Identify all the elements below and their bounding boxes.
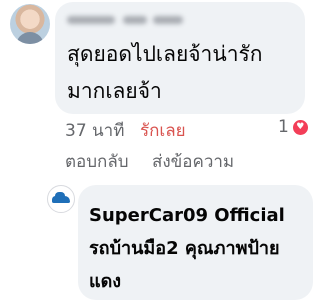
reply-text: SuperCar09 Official รถบ้านมือ2 คุณภาพป้า… [89, 205, 285, 292]
send-message-button[interactable]: ส่งข้อความ [152, 152, 234, 172]
car-logo-icon [52, 191, 70, 203]
heart-icon: ♥ [291, 118, 309, 136]
page-avatar[interactable] [47, 185, 75, 213]
comment-avatar[interactable] [10, 4, 50, 44]
reply-button[interactable]: ตอบกลับ [65, 152, 129, 172]
reaction-summary[interactable]: 1 ♥ [278, 117, 309, 137]
reaction-count: 1 [278, 117, 289, 137]
reply-bubble: SuperCar09 Official รถบ้านมือ2 คุณภาพป้า… [78, 185, 313, 300]
comment-bubble: สุดยอดไปเลยจ้าน่ารักมากเลยจ้า [55, 2, 305, 114]
comment-text: สุดยอดไปเลยจ้าน่ารักมากเลยจ้า [67, 42, 263, 103]
like-button[interactable]: รักเลย [140, 117, 186, 144]
comment-actions: ตอบกลับ ส่งข้อความ [65, 148, 252, 175]
author-name-blurred[interactable] [67, 12, 185, 28]
comment-meta: 37 นาที รักเลย 1 ♥ [65, 117, 315, 141]
comment-time[interactable]: 37 นาที [65, 117, 124, 144]
